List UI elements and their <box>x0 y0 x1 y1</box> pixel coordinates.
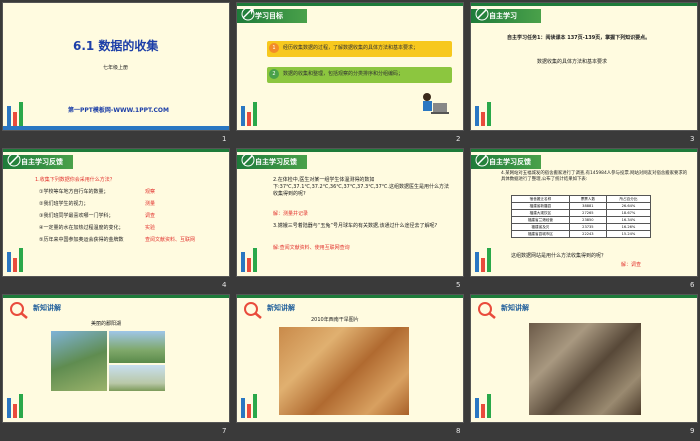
pagoda-photo <box>109 331 165 363</box>
slide-number: 8 <box>456 427 461 435</box>
slide-sorter-grid: 6.1 数据的收集 七年级上册 第一PPT模板网-WWW.1PPT.COM 1 … <box>0 0 700 441</box>
slide-footer: 第一PPT模板网-WWW.1PPT.COM <box>68 107 169 114</box>
slide-number: 9 <box>690 427 695 435</box>
arrow-icon <box>475 7 489 21</box>
arrow-icon <box>241 7 255 21</box>
answer-text: 解：调查 <box>621 262 642 268</box>
image-caption: 美丽的鄱阳湖 <box>91 321 122 327</box>
slide-header: 自主学习反馈 <box>489 158 531 166</box>
list-item: ①学校等车地方自行车的数量； <box>39 189 109 195</box>
magnifier-icon <box>10 302 28 319</box>
task-text: 自主学习任务1：阅读课本 137页-139页，掌握下列知识要点。 <box>507 35 651 41</box>
bars-decoration-icon <box>7 390 31 418</box>
question-text: 4.某网站对五福城发的宿舍搬家进行了调查,有145984人参与投票.网站对网友对… <box>501 171 688 182</box>
slide-header: 新知讲解 <box>33 304 61 312</box>
slide-number: 3 <box>690 135 695 143</box>
arrow-icon <box>7 153 21 167</box>
bars-decoration-icon <box>7 98 31 126</box>
bars-decoration-icon <box>241 390 265 418</box>
slide-number: 7 <box>222 427 227 435</box>
image-caption: 2010年西南干旱图片 <box>311 317 359 323</box>
slide-header: 自主学习反馈 <box>21 158 63 166</box>
cracked-earth-photo <box>529 323 641 415</box>
magnifier-icon <box>478 302 496 319</box>
list-item: ⑤历年来中国参加奥运会获得的金牌数 <box>39 237 124 243</box>
bars-decoration-icon <box>7 244 31 272</box>
data-table: 宿舍搬迁名称 票票人数 所占百分比 福建省新疆县 38881 26.64% 福建大观饮区… <box>511 195 652 238</box>
slide-header: 新知讲解 <box>501 304 529 312</box>
lake-photo <box>51 331 107 391</box>
question-text: 2.在体检中,医生对某一组学生体温测得的数如下:37℃,37.1℃,37.2℃,… <box>273 177 449 197</box>
goal-text: 经历收集数据的过程，了解数据收集的具体方法和基本要求； <box>283 45 419 51</box>
slide-header: 自主学习反馈 <box>255 158 297 166</box>
bars-decoration-icon <box>475 244 499 272</box>
answer-text: 查阅文献资料、互联网 <box>145 237 196 243</box>
answer-text: 测量 <box>145 201 156 207</box>
drought-photo <box>279 327 409 415</box>
bars-decoration-icon <box>475 98 499 126</box>
slide-title: 6.1 数据的收集 <box>73 39 159 53</box>
answer-text: 观察 <box>145 189 156 195</box>
list-item: ③我们班同学最喜欢哪一门学科； <box>39 213 114 219</box>
slide-number: 4 <box>222 281 227 289</box>
goal-text: 数据的收集和整理，包括观察的分类排序和分组编码； <box>283 71 404 77</box>
goal-number: 1 <box>269 43 279 53</box>
answer-text: 解:查阅文献资料、使用互联网查询 <box>273 245 350 251</box>
answer-text: 解：测量并记录 <box>273 211 309 217</box>
question-text: 这组数据网站是用什么方法收集得到的呢？ <box>511 253 607 259</box>
answer-text: 实验 <box>145 225 156 231</box>
bars-decoration-icon <box>475 390 499 418</box>
slide-number: 5 <box>456 281 461 289</box>
slide-number: 2 <box>456 135 461 143</box>
birds-photo <box>109 365 165 391</box>
slide-subtitle: 七年级上册 <box>103 65 129 71</box>
arrow-icon <box>475 153 489 167</box>
answer-text: 调查 <box>145 213 156 219</box>
question-text: 3.嫦娥三号着陆器与“玉兔”号月球车的有关数据,该通过什么途径去了解呢? <box>273 223 438 229</box>
point-text: 数据收集的具体方法和基本要求 <box>537 59 608 65</box>
person-laptop-icon <box>423 93 449 114</box>
question-text: 1.收集下列数据你会采用什么方法？ <box>35 177 115 183</box>
slide-header: 自主学习 <box>489 12 517 20</box>
list-item: ②我们班学生的视力； <box>39 201 89 207</box>
slide-header: 新知讲解 <box>267 304 295 312</box>
slide-header: 学习目标 <box>255 12 283 20</box>
magnifier-icon <box>244 302 262 319</box>
arrow-icon <box>241 153 255 167</box>
slide-number: 6 <box>690 281 695 289</box>
bars-decoration-icon <box>241 244 265 272</box>
goal-number: 2 <box>269 69 279 79</box>
list-item: ④一定量的水在加热过程温度的变化； <box>39 225 124 231</box>
slide-number: 1 <box>222 135 227 143</box>
bars-decoration-icon <box>241 98 265 126</box>
